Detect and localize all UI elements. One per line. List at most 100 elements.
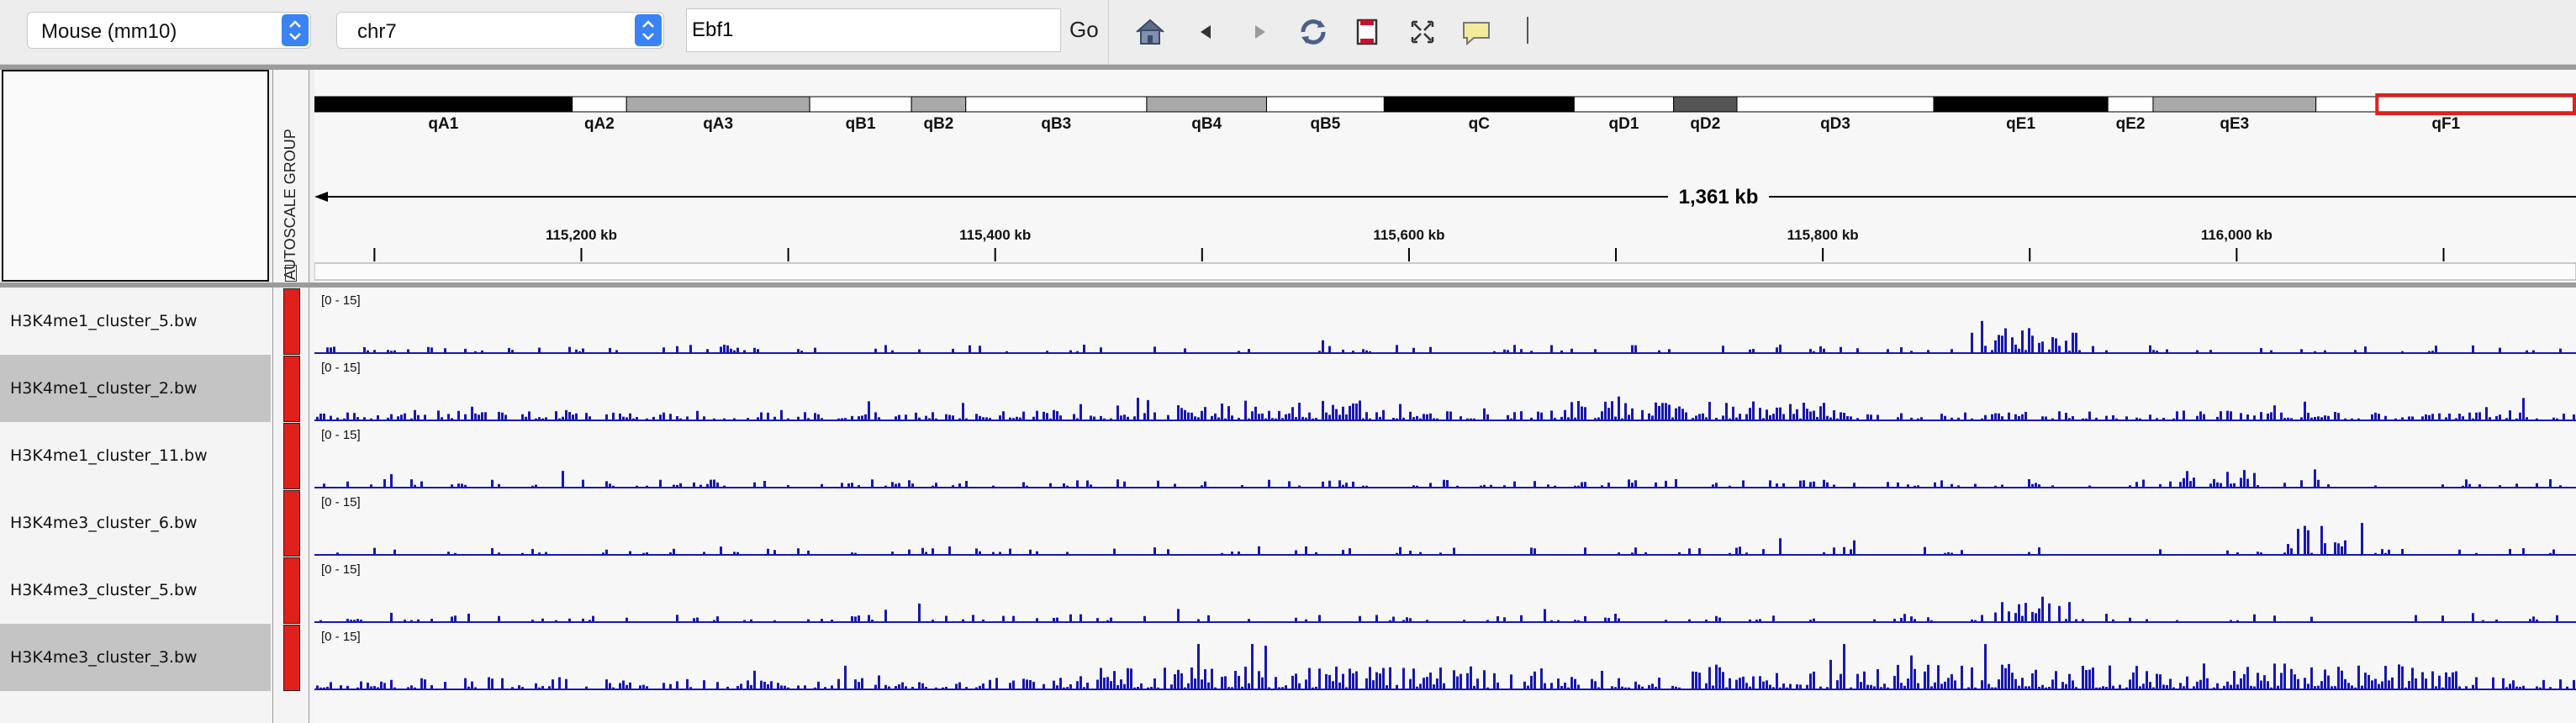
ruler-area[interactable]: qA1 qA2 qA3 qB1 qB2 qB3 qB4 qB5 qC qD1 qD2 qD3 qE1 qE… [314, 70, 2576, 284]
ideogram-band-label: qC [1469, 115, 1491, 133]
ideogram-band[interactable] [1383, 96, 1575, 113]
attribute-header-label: AUTOSCALE GROUP [282, 129, 298, 280]
ideogram-band-label: qB5 [1310, 115, 1340, 133]
track-signal-4[interactable]: [0 - 15] [314, 495, 2576, 556]
chromosome-ideogram[interactable]: qA1 qA2 qA3 qB1 qB2 qB3 qB4 qB5 qC qD1 qD2 qD3 qE1 qE… [314, 70, 2576, 137]
home-icon[interactable] [1132, 13, 1169, 50]
autoscale-group-cell[interactable] [283, 625, 300, 691]
track-data-range: [0 - 15] [321, 630, 361, 644]
ideogram-band-label: qD3 [1820, 115, 1850, 133]
track-name-5[interactable]: H3K4me3_cluster_5.bw [0, 557, 271, 624]
track-name-3[interactable]: H3K4me1_cluster_11.bw [0, 422, 271, 489]
locus-search-input[interactable] [686, 8, 1061, 52]
signal-bars [323, 469, 2562, 488]
updown-chevron-icon [282, 14, 309, 46]
ideogram-band[interactable] [1265, 96, 1385, 113]
ideogram-band-label: qB4 [1191, 115, 1222, 133]
autoscale-group-cell[interactable] [283, 557, 300, 624]
track-signal-6[interactable]: [0 - 15] [314, 630, 2576, 690]
region-of-interest-icon[interactable] [1349, 13, 1386, 50]
track-data-range: [0 - 15] [321, 361, 361, 375]
ruler-tick-label: 115,800 kb [1787, 227, 1859, 243]
track-signals: [0 - 15] [0 - 15] [0 - 15] [0 - 15] [0 - 15]… [314, 293, 2576, 690]
genome-dropdown-value: Mouse (mm10) [41, 20, 177, 43]
ideogram-band[interactable] [809, 96, 912, 113]
ruler-tick-label: 115,600 kb [1373, 227, 1444, 243]
track-name-2[interactable]: H3K4me1_cluster_2.bw [0, 355, 271, 422]
signal-bars [316, 644, 2575, 689]
refresh-icon[interactable] [1295, 13, 1332, 50]
attribute-column [272, 288, 309, 723]
track-data-range: [0 - 15] [321, 495, 361, 509]
ideogram-band[interactable] [314, 96, 573, 113]
autoscale-group-cell[interactable] [283, 423, 300, 489]
ideogram-band-label: qB3 [1041, 115, 1071, 133]
ideogram-band[interactable] [1736, 96, 1935, 113]
data-panel: H3K4me1_cluster_5.bw H3K4me1_cluster_2.bw… [0, 288, 2576, 723]
ideogram-band-label: qA1 [428, 115, 458, 133]
header-panel: AUTOSCALE GROUP qA1 qA2 qA3 qB1 qB2 qB3 qB4 qB5… [0, 70, 2576, 284]
ruler-tick-label: 116,000 kb [2201, 227, 2272, 243]
track-signal-3[interactable]: [0 - 15] [314, 428, 2576, 488]
chromosome-dropdown[interactable]: chr7 [336, 12, 664, 49]
autoscale-group-cell[interactable] [283, 490, 300, 557]
track-signal-1[interactable]: [0 - 15] [314, 293, 2576, 354]
toolbar: Mouse (mm10) chr7 Go [0, 0, 2576, 65]
track-data-range: [0 - 15] [321, 562, 361, 577]
signal-bars [319, 596, 2558, 622]
toolbar-separator [1527, 17, 1528, 44]
track-signal-5[interactable]: [0 - 15] [314, 562, 2576, 623]
track-name-1[interactable]: H3K4me1_cluster_5.bw [0, 288, 271, 355]
ideogram-band-label: qB1 [846, 115, 876, 133]
ruler-tick-label: 115,400 kb [959, 227, 1031, 243]
updown-chevron-icon [635, 14, 662, 46]
attribute-header[interactable]: AUTOSCALE GROUP [272, 70, 309, 284]
track-name-6[interactable]: H3K4me3_cluster_3.bw [0, 624, 271, 691]
signal-bars [326, 320, 2562, 353]
attribute-sort-marker[interactable] [285, 265, 297, 282]
track-data-area[interactable]: [0 - 15] [0 - 15] [0 - 15] [0 - 15] [0 - 15]… [314, 288, 2576, 723]
span-label: 1,361 kb [1679, 186, 1759, 208]
track-data-range: [0 - 15] [321, 428, 361, 442]
chromosome-dropdown-value: chr7 [357, 20, 397, 43]
ideogram-band[interactable] [965, 96, 1148, 113]
signal-bars [316, 396, 2575, 420]
ideogram-band-label: qE2 [2116, 115, 2146, 133]
back-arrow-icon[interactable] [1187, 13, 1224, 50]
ideogram-band[interactable] [572, 96, 627, 113]
ideogram-band[interactable] [626, 96, 810, 113]
genome-dropdown[interactable]: Mouse (mm10) [27, 12, 311, 49]
ideogram-band-label: qE3 [2220, 115, 2249, 133]
ruler-tick-label: 115,200 kb [546, 227, 617, 243]
toolbar-divider [1108, 0, 1109, 64]
ideogram-band-label: qD1 [1609, 115, 1639, 133]
go-button[interactable]: Go [1069, 17, 1099, 43]
signal-bars [336, 523, 2555, 555]
ideogram-band-label: qA3 [703, 115, 733, 133]
ideogram-band[interactable] [2315, 96, 2576, 113]
ideogram-band[interactable] [1573, 96, 1675, 113]
ideogram-band[interactable] [2152, 96, 2317, 113]
track-data-range: [0 - 15] [321, 293, 361, 308]
name-panel-header [2, 70, 269, 282]
ruler-baseline [314, 262, 2576, 281]
ideogram-band[interactable] [1673, 96, 1738, 113]
ideogram-band-label: qD2 [1690, 115, 1720, 133]
ideogram-band[interactable] [2107, 96, 2154, 113]
ideogram-band[interactable] [1933, 96, 2109, 113]
autoscale-group-cell[interactable] [283, 288, 300, 355]
span-label-background [1668, 182, 1769, 212]
ideogram-band-label: qE1 [2006, 115, 2035, 133]
ideogram-band-label: qB2 [923, 115, 953, 133]
fit-to-window-icon[interactable] [1404, 13, 1441, 50]
forward-arrow-icon[interactable] [1241, 13, 1278, 50]
autoscale-group-cell[interactable] [283, 356, 300, 422]
ideogram-band[interactable] [1146, 96, 1267, 113]
track-name-4[interactable]: H3K4me3_cluster_6.bw [0, 489, 271, 557]
ideogram-band-label: qF1 [2431, 115, 2460, 133]
ideogram-band-label: qA2 [584, 115, 615, 133]
track-signal-2[interactable]: [0 - 15] [314, 361, 2576, 421]
span-arrow-left [314, 192, 328, 202]
popup-info-icon[interactable] [1458, 13, 1495, 50]
ideogram-band[interactable] [911, 96, 967, 113]
